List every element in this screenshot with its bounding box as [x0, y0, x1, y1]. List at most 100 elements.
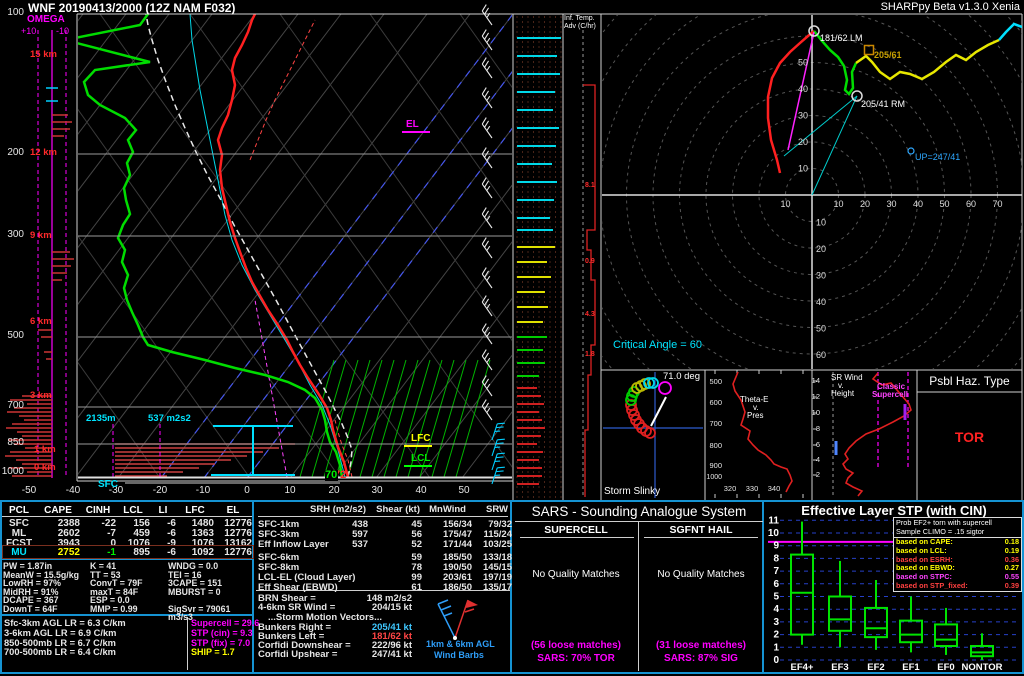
thermo-item: DownT = 64F — [3, 605, 89, 614]
height-label-0km: 0 km — [34, 463, 56, 473]
pcl-cell: 12776 — [214, 547, 252, 558]
svg-text:0: 0 — [773, 655, 779, 666]
corfidi-upshear-value: 247/41 kt — [372, 649, 412, 660]
thetae-x-330: 330 — [741, 485, 763, 493]
divider — [520, 537, 634, 538]
hazard-type-title: Psbl Haz. Type — [917, 375, 1022, 387]
thermo-col-2: K = 41TT = 53ConvT = 79FmaxT = 84FESP = … — [90, 562, 170, 613]
sars-hail-loose-matches[interactable]: (31 loose matches) — [639, 641, 763, 651]
temp-tick--10: -10 — [188, 486, 218, 496]
srwind-y-14: 14 — [806, 377, 820, 385]
sars-title: SARS - Sounding Analogue System — [514, 505, 764, 519]
kin-cell: 52 — [368, 539, 422, 550]
svg-text:10: 10 — [768, 528, 780, 539]
pcl-cell: MU — [2, 547, 36, 558]
pressure-label-200: 200 — [0, 148, 24, 158]
pcl-row-mu[interactable]: MU2752-1895-6109212776 — [2, 547, 252, 558]
storm-slinky-title: Storm Slinky — [604, 487, 660, 497]
corfidi-upshear-row: Corfidi Upshear =247/41 kt — [258, 649, 412, 660]
pcl-col-header: LFC — [176, 505, 214, 516]
srwind-y-8: 8 — [806, 425, 820, 433]
pcl-cell: 895 — [116, 547, 150, 558]
svg-text:40: 40 — [798, 84, 808, 94]
mnwind-col-header: MnWind — [406, 505, 466, 515]
svg-text:20: 20 — [798, 137, 808, 147]
srwind-y-2: 2 — [806, 471, 820, 479]
wind-barbs-caption-1: 1km & 6km AGL — [426, 640, 495, 649]
svg-text:10: 10 — [833, 199, 843, 209]
surface-dewpoint-label: 70 — [325, 470, 338, 481]
pcl-cell: -6 — [150, 547, 176, 558]
lcl-label: LCL — [411, 454, 430, 464]
srh-col-header: SRH (m2/s2) — [286, 505, 366, 515]
stp-prob-row: based on STP_fixed: 0.39 — [894, 582, 1021, 591]
thetae-y-700: 700 — [702, 420, 722, 428]
svg-text:8: 8 — [773, 553, 779, 564]
sars-supercell-probability: SARS: 70% TOR — [514, 654, 638, 664]
omega-legend: OMEGA — [27, 15, 65, 25]
mean-wind-label: 205/61 — [874, 51, 902, 60]
thetae-y-900: 900 — [702, 462, 722, 470]
pressure-label-850: 850 — [0, 438, 24, 448]
pcl-col-header: PCL — [2, 505, 36, 516]
svg-text:70: 70 — [992, 199, 1002, 209]
srwind-y-10: 10 — [806, 409, 820, 417]
sounding-graphics-canvas[interactable]: 10203040501020304050601020304050607010 — [0, 0, 1024, 502]
kin-cell: 61 — [368, 582, 422, 593]
stp-legend: Prob EF2+ torn with supercell Sample CLI… — [893, 517, 1022, 592]
temp-tick-50: 50 — [449, 486, 479, 496]
svg-text:50: 50 — [798, 58, 808, 68]
height-label-9km: 9 km — [30, 231, 52, 241]
thetae-y-1000: 1000 — [698, 474, 722, 481]
temp-tick--50: -50 — [14, 486, 44, 496]
svg-text:2: 2 — [773, 630, 779, 641]
svg-text:10: 10 — [780, 199, 790, 209]
pressure-label-700: 700 — [0, 401, 24, 411]
svg-text:60: 60 — [816, 350, 826, 360]
stp-prob-value: 0.39 — [1005, 582, 1019, 591]
pcl-cell: -1 — [80, 547, 116, 558]
svg-text:4: 4 — [773, 604, 779, 615]
kin-cell: 135/17 — [472, 582, 512, 593]
height-label-6km: 6 km — [30, 317, 52, 327]
temp-tick-40: 40 — [406, 486, 436, 496]
el-label: EL — [406, 120, 419, 130]
thetae-x-320: 320 — [719, 485, 741, 493]
pressure-label-100: 100 — [0, 8, 24, 18]
temp-tick--40: -40 — [58, 486, 88, 496]
pcl-col-header: LI — [150, 505, 176, 516]
divider — [644, 537, 758, 538]
wind-barbs-caption-2: Wind Barbs — [434, 651, 484, 660]
classic-supercell-annot-2: Supercell — [872, 391, 908, 399]
svg-text:EF3: EF3 — [831, 662, 848, 673]
stp-prob-label: based on STP_fixed: — [896, 582, 968, 591]
divider — [2, 614, 252, 616]
svg-text:40: 40 — [816, 297, 826, 307]
temp-adv-value: 4.3 — [585, 311, 595, 318]
svg-text:11: 11 — [768, 515, 779, 526]
sharppy-window: 10203040501020304050601020304050607010 W… — [0, 0, 1024, 676]
effective-inflow-depth-label: 2135m — [86, 414, 116, 424]
svg-text:50: 50 — [939, 199, 949, 209]
divider — [258, 516, 508, 517]
pcl-col-header: CAPE — [36, 505, 80, 516]
divider — [2, 516, 252, 517]
app-version-label: SHARPpy Beta v1.3.0 Xenia — [881, 2, 1020, 13]
temp-adv-title-2: Adv (C/hr) — [564, 23, 596, 30]
thetae-y-800: 800 — [702, 442, 722, 450]
sars-supercell-loose-matches[interactable]: (56 loose matches) — [514, 641, 638, 651]
pressure-label-1000: 1000 — [0, 467, 24, 477]
srw-col-header: SRW — [464, 505, 508, 515]
slinky-angle-label: 71.0 deg — [645, 372, 700, 382]
omega-minus-label: -10 — [56, 27, 69, 36]
sars-supercell-header: SUPERCELL — [514, 525, 638, 536]
effective-inflow-srh-label: 537 m2s2 — [148, 414, 191, 424]
divider — [187, 617, 188, 670]
lfc-label: LFC — [411, 434, 430, 444]
thermo-col-3: WNDG = 0.0TEI = 163CAPE = 151MBURST = 0S… — [168, 562, 254, 613]
svg-text:10: 10 — [816, 218, 826, 228]
svg-text:EF2: EF2 — [867, 662, 884, 673]
svg-text:10: 10 — [798, 164, 808, 174]
pcl-table-header: PCLCAPECINHLCLLILFCEL — [2, 505, 252, 516]
kin-cell: 103/25 — [472, 539, 512, 550]
